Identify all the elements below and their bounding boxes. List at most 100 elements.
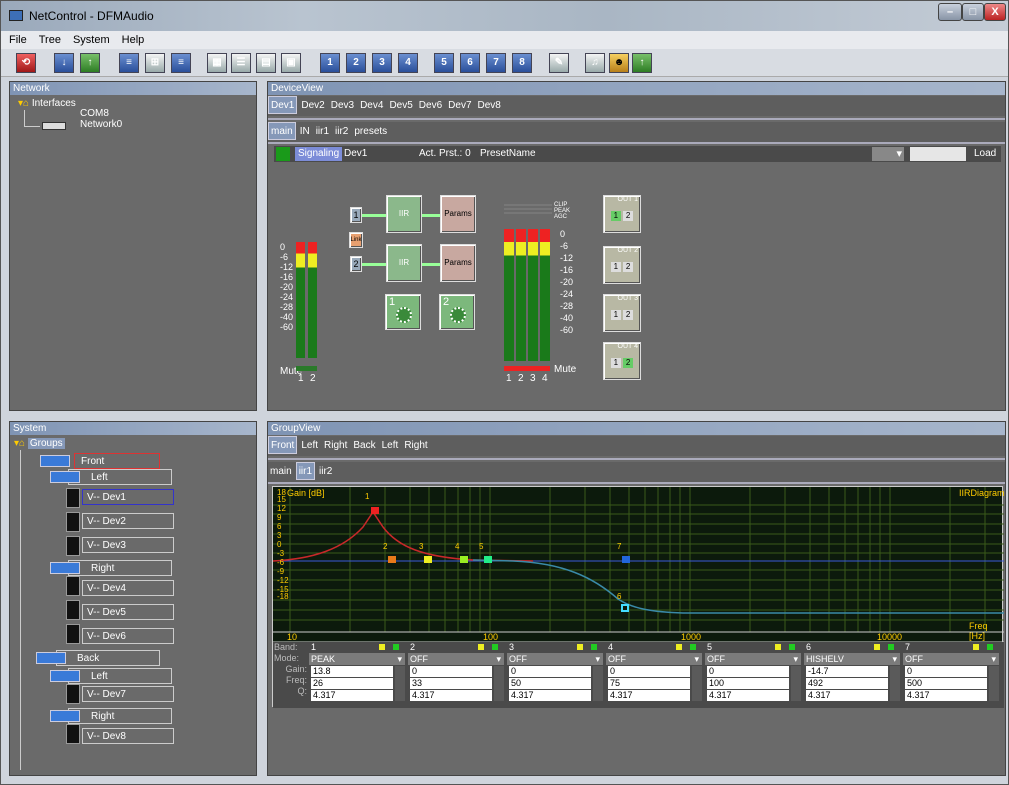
tree-interfaces[interactable]: ▾⌂ Interfaces bbox=[18, 98, 76, 109]
preset-7-icon[interactable]: 7 bbox=[486, 53, 506, 73]
tab-right[interactable]: Right bbox=[322, 437, 349, 455]
band-6-handle[interactable] bbox=[621, 604, 629, 612]
band-enable-indicator[interactable] bbox=[379, 644, 385, 650]
out-2-ch2[interactable]: 2 bbox=[623, 262, 634, 272]
upload-icon[interactable]: ↑ bbox=[80, 53, 100, 73]
band-active-indicator[interactable] bbox=[690, 644, 696, 650]
menu-tree[interactable]: Tree bbox=[39, 34, 61, 46]
band-mode-select[interactable]: OFF ▾ bbox=[507, 653, 603, 665]
out-2-ch1[interactable]: 1 bbox=[610, 262, 621, 272]
out-3-ch2[interactable]: 2 bbox=[623, 310, 634, 320]
band-gain-field[interactable]: -14.7 bbox=[806, 666, 888, 677]
band-q-field[interactable]: 4.317 bbox=[410, 690, 492, 701]
group-back-right[interactable]: Right bbox=[68, 708, 172, 724]
band-gain-field[interactable]: 0 bbox=[905, 666, 987, 677]
band-3-handle[interactable] bbox=[424, 556, 432, 563]
tab-iir2[interactable]: iir2 bbox=[333, 123, 350, 141]
tab-group-iir1[interactable]: iir1 bbox=[295, 462, 316, 480]
band-active-indicator[interactable] bbox=[888, 644, 894, 650]
user-icon[interactable]: ☻ bbox=[609, 53, 629, 73]
tab-dev3[interactable]: Dev3 bbox=[329, 97, 356, 115]
menu-help[interactable]: Help bbox=[122, 34, 145, 46]
band-enable-indicator[interactable] bbox=[577, 644, 583, 650]
tab-dev5[interactable]: Dev5 bbox=[387, 97, 414, 115]
input-1-button[interactable]: 1 bbox=[350, 207, 362, 223]
preset-5-icon[interactable]: 5 bbox=[434, 53, 454, 73]
tab-back[interactable]: Back bbox=[351, 437, 377, 455]
out-3-block[interactable]: OUT 31 2 bbox=[603, 294, 641, 332]
band-5-handle[interactable] bbox=[484, 556, 492, 563]
preset-2-icon[interactable]: 2 bbox=[346, 53, 366, 73]
tree-expand-icon[interactable]: ⊞ bbox=[145, 53, 165, 73]
in-mute-indicator[interactable] bbox=[296, 366, 317, 371]
grid-icon[interactable]: ▦ bbox=[207, 53, 227, 73]
band-mode-select[interactable]: PEAK ▾ bbox=[309, 653, 405, 665]
band-active-indicator[interactable] bbox=[987, 644, 993, 650]
tree-dev5[interactable]: V-- Dev5 bbox=[82, 604, 174, 620]
link-button[interactable]: Link bbox=[349, 232, 363, 248]
menu-system[interactable]: System bbox=[73, 34, 110, 46]
band-freq-field[interactable]: 50 bbox=[509, 678, 591, 689]
tree-dev4[interactable]: V-- Dev4 bbox=[82, 580, 174, 596]
band-4-handle[interactable] bbox=[460, 556, 468, 563]
band-2-handle[interactable] bbox=[388, 556, 396, 563]
band-q-field[interactable]: 4.317 bbox=[311, 690, 393, 701]
signal-icon[interactable]: ✎ bbox=[549, 53, 569, 73]
preset-select[interactable] bbox=[910, 147, 966, 161]
group-back-left[interactable]: Left bbox=[68, 668, 172, 684]
tab-dev2[interactable]: Dev2 bbox=[299, 97, 326, 115]
band-gain-field[interactable]: 0 bbox=[707, 666, 789, 677]
band-freq-field[interactable]: 100 bbox=[707, 678, 789, 689]
band-gain-field[interactable]: 0 bbox=[509, 666, 591, 677]
tree-dev7[interactable]: V-- Dev7 bbox=[82, 686, 174, 702]
tree-down-icon[interactable]: ≡ bbox=[119, 53, 139, 73]
preset-dropdown[interactable]: ▾ bbox=[872, 147, 904, 161]
preset-4-icon[interactable]: 4 bbox=[398, 53, 418, 73]
out-1-block[interactable]: OUT 11 2 bbox=[603, 195, 641, 233]
tab-left[interactable]: Left bbox=[299, 437, 320, 455]
preset-3-icon[interactable]: 3 bbox=[372, 53, 392, 73]
out-1-ch1[interactable]: 1 bbox=[610, 211, 621, 221]
band-gain-field[interactable]: 13.8 bbox=[311, 666, 393, 677]
signaling-button[interactable]: Signaling bbox=[295, 147, 343, 161]
band-q-field[interactable]: 4.317 bbox=[509, 690, 591, 701]
band-active-indicator[interactable] bbox=[789, 644, 795, 650]
params-2-block[interactable]: Params bbox=[440, 244, 476, 282]
maximize-button[interactable]: □ bbox=[962, 3, 984, 21]
band-active-indicator[interactable] bbox=[492, 644, 498, 650]
band-spinner[interactable] bbox=[791, 666, 801, 701]
table-icon[interactable]: ▤ bbox=[256, 53, 276, 73]
input-2-button[interactable]: 2 bbox=[350, 256, 362, 272]
band-1-handle[interactable] bbox=[371, 507, 379, 514]
out-1-ch2[interactable]: 2 bbox=[623, 211, 634, 221]
tab-front[interactable]: Front bbox=[268, 436, 298, 454]
band-freq-field[interactable]: 75 bbox=[608, 678, 690, 689]
preset-8-icon[interactable]: 8 bbox=[512, 53, 532, 73]
band-freq-field[interactable]: 33 bbox=[410, 678, 492, 689]
band-active-indicator[interactable] bbox=[393, 644, 399, 650]
out-4-block[interactable]: OUT 41 2 bbox=[603, 342, 641, 380]
group-front-left[interactable]: Left bbox=[68, 469, 172, 485]
install-icon[interactable]: ↑ bbox=[632, 53, 652, 73]
group-front-right[interactable]: Right bbox=[68, 560, 172, 576]
band-enable-indicator[interactable] bbox=[973, 644, 979, 650]
band-spinner[interactable] bbox=[989, 666, 999, 701]
band-7-handle[interactable] bbox=[622, 556, 630, 563]
tree-network0[interactable]: Network0 bbox=[80, 119, 122, 130]
tab-dev7[interactable]: Dev7 bbox=[446, 97, 473, 115]
band-gain-field[interactable]: 0 bbox=[410, 666, 492, 677]
group-front[interactable]: Front bbox=[74, 453, 160, 469]
tab-in[interactable]: IN bbox=[298, 123, 312, 141]
tree-dev8[interactable]: V-- Dev8 bbox=[82, 728, 174, 744]
iir-2-block[interactable]: IIR bbox=[386, 244, 422, 282]
band-freq-field[interactable]: 26 bbox=[311, 678, 393, 689]
band-gain-field[interactable]: 0 bbox=[608, 666, 690, 677]
out-mute-indicator[interactable] bbox=[504, 366, 550, 371]
band-mode-select[interactable]: OFF ▾ bbox=[903, 653, 999, 665]
out-4-ch2[interactable]: 2 bbox=[623, 358, 634, 368]
download-icon[interactable]: ↓ bbox=[54, 53, 74, 73]
window-icon[interactable]: ▣ bbox=[281, 53, 301, 73]
band-enable-indicator[interactable] bbox=[775, 644, 781, 650]
tab-dev1[interactable]: Dev1 bbox=[268, 96, 298, 114]
band-freq-field[interactable]: 500 bbox=[905, 678, 987, 689]
